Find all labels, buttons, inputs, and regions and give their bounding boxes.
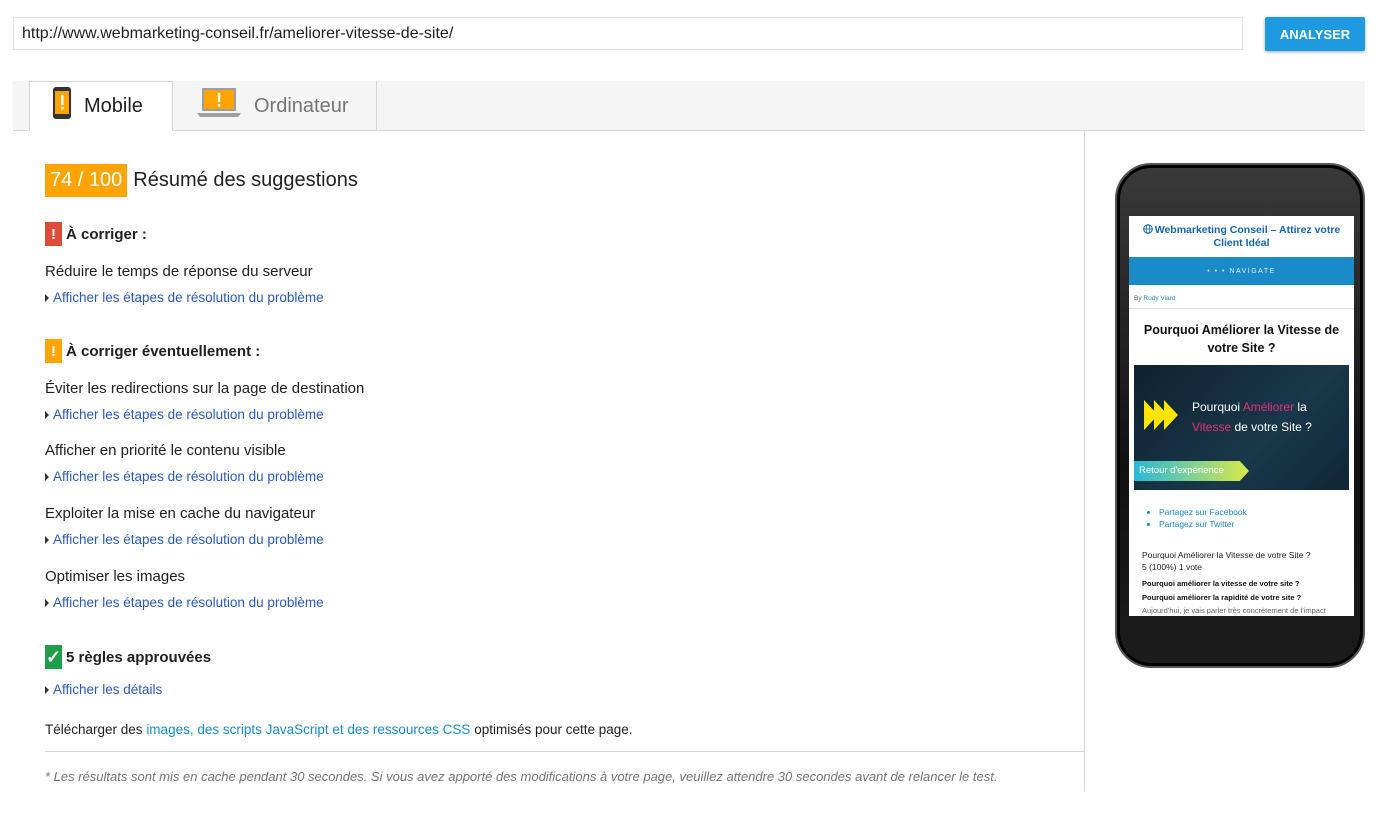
preview-paragraph: Aujourd'hui, je vais parler très concrèt… bbox=[1142, 606, 1326, 615]
rule-title: Exploiter la mise en cache du navigateur bbox=[45, 505, 316, 522]
expand-arrow-icon bbox=[45, 410, 49, 419]
preview-headings: Pourquoi améliorer la vitesse de votre s… bbox=[1129, 573, 1354, 605]
rule-link-label[interactable]: Afficher les étapes de résolution du pro… bbox=[53, 407, 324, 422]
preview-author: Rudy Viard bbox=[1143, 295, 1176, 302]
rule-title: Optimiser les images bbox=[45, 568, 186, 585]
mobile-warning-icon bbox=[52, 86, 72, 126]
preview-share-list: Partagez sur Facebook Partagez sur Twitt… bbox=[1129, 490, 1354, 530]
expand-arrow-icon bbox=[45, 535, 49, 544]
share-twitter-link: Partagez sur Twitter bbox=[1159, 518, 1354, 530]
rule-details-link[interactable]: Afficher les étapes de résolution du pro… bbox=[45, 407, 324, 422]
rule-link-label[interactable]: Afficher les étapes de résolution du pro… bbox=[53, 469, 324, 484]
preview-nav-bar: • • • NAVIGATE bbox=[1129, 257, 1354, 285]
tab-mobile[interactable]: Mobile bbox=[29, 81, 173, 131]
url-input[interactable] bbox=[13, 17, 1243, 50]
consider-section-heading: ! À corriger éventuellement : bbox=[45, 339, 260, 363]
tab-desktop-label: Ordinateur bbox=[254, 95, 349, 117]
rating-title: Pourquoi Améliorer la Vitesse de votre S… bbox=[1142, 550, 1311, 560]
divider bbox=[45, 751, 1084, 752]
preview-site-title-text: Webmarketing Conseil – Attirez votre Cli… bbox=[1154, 224, 1341, 249]
passed-details-link[interactable]: Afficher les détails bbox=[45, 682, 162, 697]
preview-banner-image: Pourquoi Améliorer la Vitesse de votre S… bbox=[1134, 365, 1349, 490]
preview-rating: Pourquoi Améliorer la Vitesse de votre S… bbox=[1129, 530, 1354, 573]
download-optimized: Télécharger des images, des scripts Java… bbox=[45, 722, 633, 737]
score-summary: 74 / 100 Résumé des suggestions bbox=[45, 164, 358, 197]
device-tabs: Mobile Ordinateur bbox=[13, 81, 1365, 131]
expand-arrow-icon bbox=[45, 685, 49, 694]
fix-section-heading: ! À corriger : bbox=[45, 222, 147, 246]
expand-arrow-icon bbox=[45, 472, 49, 481]
rule-title: Réduire le temps de réponse du serveur bbox=[45, 263, 313, 280]
checkmark-icon: ✓ bbox=[45, 645, 62, 669]
expand-arrow-icon bbox=[45, 293, 49, 302]
rule-details-link[interactable]: Afficher les étapes de résolution du pro… bbox=[45, 532, 324, 547]
rule-details-link[interactable]: Afficher les étapes de résolution du pro… bbox=[45, 469, 324, 484]
byline-prefix: By bbox=[1134, 295, 1144, 302]
preview-site-title: Webmarketing Conseil – Attirez votre Cli… bbox=[1129, 216, 1354, 253]
download-suffix: optimisés pour cette page. bbox=[470, 722, 633, 737]
tab-mobile-label: Mobile bbox=[84, 95, 143, 117]
summary-title: Résumé des suggestions bbox=[133, 169, 358, 191]
preview-article-title: Pourquoi Améliorer la Vitesse de votre S… bbox=[1143, 323, 1340, 355]
passed-link-label[interactable]: Afficher les détails bbox=[53, 682, 162, 697]
laptop-warning-icon bbox=[196, 87, 242, 125]
error-icon: ! bbox=[45, 222, 62, 246]
expand-arrow-icon bbox=[45, 598, 49, 607]
banner-text: Pourquoi Améliorer la Vitesse de votre S… bbox=[1192, 400, 1312, 434]
download-resources-link[interactable]: images, des scripts JavaScript et des re… bbox=[146, 722, 470, 737]
chevrons-icon bbox=[1144, 400, 1178, 430]
passed-heading-label: 5 règles approuvées bbox=[66, 648, 212, 666]
rule-link-label[interactable]: Afficher les étapes de résolution du pro… bbox=[53, 290, 324, 305]
passed-section-heading: ✓ 5 règles approuvées bbox=[45, 645, 211, 669]
score-badge: 74 / 100 bbox=[45, 164, 128, 197]
results-panel: 74 / 100 Résumé des suggestions ! À corr… bbox=[13, 131, 1085, 791]
rating-value: 5 (100%) 1 vote bbox=[1142, 562, 1203, 572]
banner-ribbon: Retour d'expérience bbox=[1134, 461, 1249, 481]
rule-title: Éviter les redirections sur la page de d… bbox=[45, 380, 365, 397]
rule-details-link[interactable]: Afficher les étapes de résolution du pro… bbox=[45, 595, 324, 610]
preview-heading-2: Pourquoi améliorer la rapidité de votre … bbox=[1142, 593, 1302, 602]
rule-link-label[interactable]: Afficher les étapes de résolution du pro… bbox=[53, 595, 324, 610]
consider-heading-label: À corriger éventuellement : bbox=[66, 342, 261, 360]
phone-screen: Webmarketing Conseil – Attirez votre Cli… bbox=[1129, 216, 1354, 616]
phone-preview: Webmarketing Conseil – Attirez votre Cli… bbox=[1115, 163, 1365, 668]
warning-icon: ! bbox=[45, 339, 62, 363]
share-facebook-link: Partagez sur Facebook bbox=[1159, 506, 1354, 518]
rule-title: Afficher en priorité le contenu visible bbox=[45, 442, 286, 459]
preview-heading-1: Pourquoi améliorer la vitesse de votre s… bbox=[1142, 579, 1300, 588]
preview-byline: By Rudy Viard bbox=[1129, 285, 1354, 309]
globe-icon bbox=[1142, 224, 1153, 237]
tab-desktop[interactable]: Ordinateur bbox=[174, 81, 377, 131]
analyze-button[interactable]: ANALYSER bbox=[1265, 17, 1365, 51]
rule-link-label[interactable]: Afficher les étapes de résolution du pro… bbox=[53, 532, 324, 547]
rule-details-link[interactable]: Afficher les étapes de résolution du pro… bbox=[45, 290, 324, 305]
fix-heading-label: À corriger : bbox=[66, 225, 147, 243]
cache-note: * Les résultats sont mis en cache pendan… bbox=[45, 769, 998, 784]
download-prefix: Télécharger des bbox=[45, 722, 147, 737]
